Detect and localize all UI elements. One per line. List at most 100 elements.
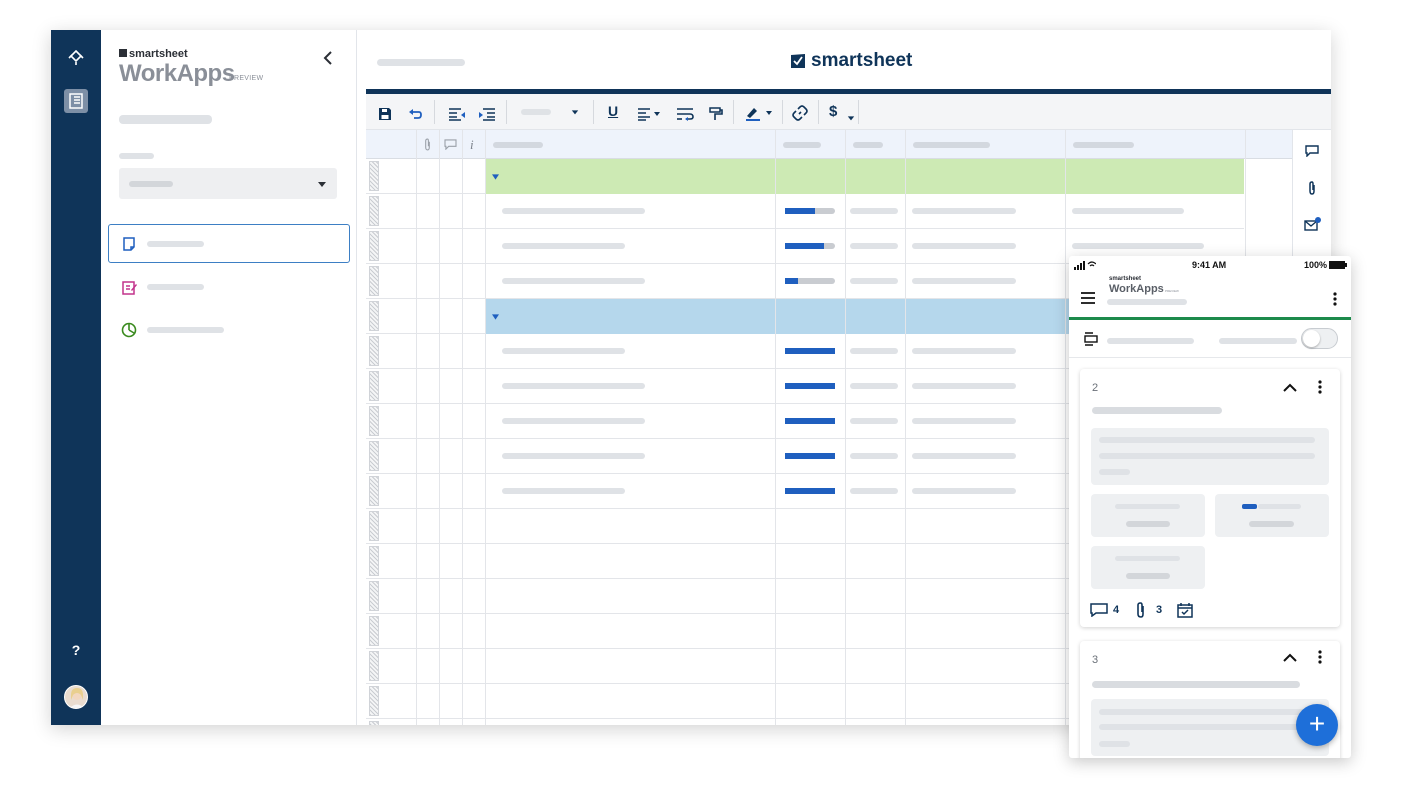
card-view-icon[interactable]	[1084, 332, 1098, 346]
save-icon[interactable]	[378, 105, 392, 123]
workapps-launcher-icon[interactable]	[64, 89, 88, 113]
column-header-assigned-placeholder	[913, 142, 990, 148]
phone-app-header: smartsheet WorkApps PREVIEW	[1069, 274, 1351, 320]
help-icon[interactable]: ?	[69, 642, 83, 658]
conversations-icon[interactable]	[1305, 145, 1319, 157]
sidebar-brand-workapps: WorkApps	[119, 60, 235, 87]
phone-brand-workapps: WorkApps	[1109, 283, 1164, 295]
mobile-app-preview: 9:41 AM 100% smartsheet WorkApps PREVIEW…	[1069, 256, 1351, 758]
cell-primary-placeholder	[502, 243, 625, 249]
phone-filter-bar	[1069, 320, 1351, 358]
underline-button[interactable]: U	[608, 103, 618, 121]
card-progress-track	[1258, 504, 1301, 509]
card-row-number: 3	[1092, 654, 1099, 666]
row-drag-handle[interactable]	[369, 616, 379, 646]
row-drag-handle[interactable]	[369, 231, 379, 261]
dashboard-pie-chart-icon	[121, 322, 137, 338]
column-header-primary-placeholder	[493, 142, 543, 148]
indent-icon[interactable]	[478, 105, 496, 123]
mobile-record-card[interactable]: 2 4 3	[1080, 369, 1340, 627]
proof-calendar-check-icon[interactable]	[1177, 602, 1193, 618]
chevron-down-icon[interactable]	[847, 109, 855, 127]
currency-format-button[interactable]: $	[829, 103, 837, 121]
collapse-caret-icon[interactable]	[492, 314, 499, 320]
sidebar-item-sheet[interactable]	[108, 224, 350, 263]
row-drag-handle[interactable]	[369, 301, 379, 331]
outdent-icon[interactable]	[448, 105, 466, 123]
grid-header-row: i	[366, 130, 1292, 159]
toolbar-separator	[506, 100, 507, 124]
align-left-icon[interactable]	[637, 105, 661, 123]
global-nav-rail: ?	[51, 30, 101, 725]
row-drag-handle[interactable]	[369, 476, 379, 506]
attachment-icon[interactable]	[1136, 602, 1146, 618]
update-requests-icon[interactable]	[1304, 217, 1322, 231]
font-size-select[interactable]	[516, 102, 582, 122]
chevron-down-icon	[318, 182, 326, 187]
grid-row[interactable]	[366, 194, 1244, 229]
smartsheet-check-logo-icon	[791, 54, 805, 68]
row-drag-handle[interactable]	[369, 546, 379, 576]
more-vertical-icon[interactable]	[1333, 292, 1337, 306]
row-drag-handle[interactable]	[369, 406, 379, 436]
row-drag-handle[interactable]	[369, 336, 379, 366]
row-drag-handle[interactable]	[369, 721, 379, 725]
collapse-sidebar-chevron-left-icon[interactable]	[319, 48, 339, 68]
cell-status-placeholder	[850, 383, 898, 389]
column-header-progress-placeholder	[783, 142, 821, 148]
grid-column-line	[775, 130, 776, 725]
card-title-placeholder	[1092, 407, 1222, 414]
sidebar-item-dashboard[interactable]	[108, 312, 350, 351]
phone-toggle-switch[interactable]	[1301, 328, 1338, 349]
row-drag-handle[interactable]	[369, 161, 379, 191]
cell-assigned-placeholder	[912, 208, 1016, 214]
card-field-value-placeholder	[1249, 521, 1294, 527]
row-drag-handle[interactable]	[369, 196, 379, 226]
attachments-icon[interactable]	[1307, 181, 1317, 195]
row-drag-handle[interactable]	[369, 441, 379, 471]
mobile-record-card[interactable]: 3	[1080, 641, 1340, 758]
cell-primary-placeholder	[502, 208, 645, 214]
more-vertical-icon[interactable]	[1318, 380, 1322, 394]
row-drag-handle[interactable]	[369, 371, 379, 401]
cell-status-placeholder	[850, 453, 898, 459]
row-drag-handle[interactable]	[369, 686, 379, 716]
undo-icon[interactable]	[408, 105, 422, 123]
sidebar-brand-preview-tag: PREVIEW	[229, 75, 264, 82]
sidebar-brand-small: smartsheet	[119, 48, 188, 60]
cell-primary-placeholder	[502, 453, 645, 459]
grid-column-line	[905, 130, 906, 725]
smartsheet-diamond-logo-icon[interactable]	[65, 50, 87, 66]
sidebar-item-form-label-placeholder	[147, 284, 204, 290]
attachment-column-icon	[425, 138, 430, 151]
cell-status-placeholder	[850, 348, 898, 354]
format-painter-icon[interactable]	[709, 105, 723, 123]
role-select[interactable]	[119, 168, 337, 199]
progress-fill	[785, 453, 835, 459]
link-icon[interactable]	[792, 104, 808, 122]
chevron-up-icon[interactable]	[1283, 653, 1297, 663]
hamburger-menu-icon[interactable]	[1081, 292, 1095, 304]
row-drag-handle[interactable]	[369, 511, 379, 541]
wrap-text-icon[interactable]	[676, 105, 694, 123]
card-description-line	[1099, 741, 1130, 747]
font-size-value-placeholder	[521, 109, 551, 115]
row-drag-handle[interactable]	[369, 651, 379, 681]
phone-app-name-placeholder	[1107, 299, 1187, 305]
grid-group-row[interactable]	[366, 159, 1244, 194]
more-vertical-icon[interactable]	[1318, 650, 1322, 664]
cell-assigned-placeholder	[912, 348, 1016, 354]
row-drag-handle[interactable]	[369, 266, 379, 296]
status-battery-percent: 100%	[1304, 260, 1328, 270]
cell-assigned-placeholder	[912, 383, 1016, 389]
sidebar-item-form[interactable]	[108, 268, 350, 307]
add-record-fab-button[interactable]: +	[1296, 704, 1338, 746]
user-avatar[interactable]	[64, 685, 88, 709]
cell-status-placeholder	[850, 208, 898, 214]
comment-icon[interactable]	[1090, 603, 1108, 617]
collapse-caret-icon[interactable]	[492, 174, 499, 180]
row-drag-handle[interactable]	[369, 581, 379, 611]
highlight-color-icon[interactable]	[745, 104, 773, 122]
form-edit-icon	[122, 281, 137, 295]
chevron-up-icon[interactable]	[1283, 383, 1297, 393]
